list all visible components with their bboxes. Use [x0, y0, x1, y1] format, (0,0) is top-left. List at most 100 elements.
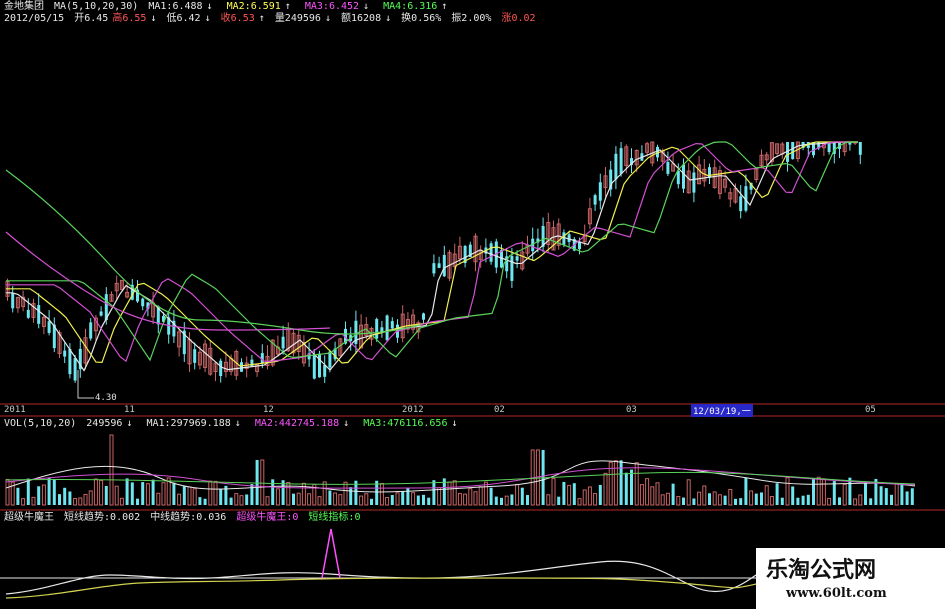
- volume-bar-up: [177, 493, 182, 506]
- volume-bar-up: [359, 495, 364, 506]
- volume-bar-down: [328, 490, 332, 505]
- watermark-url: www.60lt.com: [786, 586, 887, 601]
- date-axis-cursor[interactable]: 12/03/19,一: [691, 404, 753, 417]
- price-header-row-1: 金地集团 MA(5,10,20,30) MA1:6.488 ↓ MA2:6.591…: [4, 1, 455, 13]
- price-change: 涨0.02: [501, 13, 536, 24]
- volume-bar-up: [21, 498, 26, 506]
- quote-date: 2012/05/15: [4, 13, 65, 24]
- candle-down: [99, 311, 103, 316]
- volume-bar-up: [551, 478, 556, 506]
- date-axis-2011: 2011: [4, 405, 26, 415]
- ma3-value: MA3:6.452 ↓: [304, 1, 370, 12]
- candle-down: [26, 309, 30, 318]
- volume-bar-down: [526, 495, 529, 505]
- candle-down: [619, 148, 623, 174]
- volume-bar-up: [468, 488, 473, 506]
- volume-bar-down: [739, 498, 743, 505]
- candle-down: [858, 142, 862, 155]
- volume-bar-down: [723, 495, 727, 505]
- volume-bar-up: [437, 487, 442, 506]
- volume-bar-up: [364, 493, 369, 506]
- volume-bar-down: [500, 497, 503, 505]
- volume-bar-up: [660, 494, 665, 506]
- volume-bar-up: [265, 496, 270, 506]
- candle-down: [89, 322, 93, 339]
- volume-bar-down: [796, 497, 800, 505]
- candle-down: [442, 254, 446, 277]
- volume-bar-up: [816, 476, 821, 506]
- volume-bar-up: [385, 497, 390, 506]
- candle-down: [562, 232, 566, 245]
- watermark-box: 乐淘公式网 www.60lt.com: [756, 548, 945, 609]
- volume-bar-down: [422, 494, 425, 505]
- short-index: 短线指标:0: [308, 512, 361, 523]
- volume-bar-down: [869, 498, 873, 505]
- volume-bar-up: [463, 493, 468, 506]
- volume-bar-down: [791, 486, 795, 505]
- volume-bar-down: [832, 481, 836, 505]
- volume-bar-down: [37, 486, 41, 505]
- volume-bar-up: [634, 462, 639, 506]
- volume-bar-up: [697, 491, 702, 506]
- candle-down: [791, 142, 795, 160]
- volume-bar-up: [322, 481, 327, 506]
- mid-trend-line: [5, 577, 757, 599]
- volume-bar-down: [349, 487, 353, 505]
- volume-bar-down: [130, 482, 134, 505]
- volume-bar-up: [187, 486, 192, 506]
- volume-bar-up: [338, 494, 343, 506]
- volume-bar-up: [145, 483, 150, 506]
- candle-down: [390, 321, 394, 329]
- candle-down: [37, 305, 41, 324]
- volume-bar-up: [894, 482, 899, 506]
- indicator-name: 超级牛魔王: [4, 512, 54, 523]
- volume-bar-up: [769, 496, 774, 506]
- volume-bar-up: [504, 495, 509, 506]
- volume-bar-down: [780, 497, 784, 505]
- volume-bar-up: [655, 482, 660, 506]
- volume-bar-up: [119, 497, 124, 506]
- date-axis-03: 03: [626, 405, 637, 415]
- volume-ma1: MA1:297969.188 ↓: [146, 418, 241, 429]
- volume-bar-down: [879, 486, 883, 505]
- candle-down: [318, 353, 321, 378]
- volume-bar-up: [785, 477, 790, 506]
- volume-bar-up: [613, 460, 618, 506]
- candle-down: [614, 153, 618, 180]
- volume-bar-up: [853, 498, 858, 506]
- short-trend: 短线趋势:0.002: [64, 512, 141, 523]
- candle-down: [47, 321, 51, 333]
- candle-down: [240, 362, 243, 372]
- date-axis-11: 11: [124, 405, 135, 415]
- volume-bar-down: [744, 477, 748, 505]
- mid-trend: 中线趋势:0.036: [150, 512, 227, 523]
- volume-bar-down: [390, 495, 394, 505]
- candle-down: [593, 195, 597, 205]
- candle-down: [422, 313, 425, 320]
- volume-bar-up: [213, 480, 218, 506]
- volume-bar-down: [572, 483, 576, 505]
- volume-bar-up: [234, 493, 239, 506]
- volume-bar-down: [416, 495, 420, 505]
- candle-down: [375, 319, 379, 339]
- volume-bar-up: [296, 492, 301, 506]
- volume-bar-up: [650, 486, 655, 506]
- volume-bar-down: [671, 483, 675, 505]
- ma2-line: [6, 141, 858, 367]
- volume-bar-up: [702, 485, 707, 506]
- volume-bar-up: [31, 496, 36, 506]
- volume-bar-up: [712, 491, 717, 506]
- volume-bar-up: [842, 483, 847, 506]
- volume-bar-down: [104, 485, 108, 505]
- volume-bar-up: [83, 493, 88, 506]
- volume-bar-down: [52, 479, 56, 505]
- date-axis-12: 12: [263, 405, 274, 415]
- volume-bar-up: [208, 480, 213, 506]
- volume-bar-down: [692, 498, 696, 505]
- volume-bar-up: [411, 492, 416, 506]
- volume-bar-up: [473, 491, 478, 506]
- date-axis-2012: 2012: [402, 405, 424, 415]
- volume-bar-down: [754, 493, 758, 505]
- candle-down: [666, 162, 670, 174]
- volume-bar-up: [343, 481, 348, 506]
